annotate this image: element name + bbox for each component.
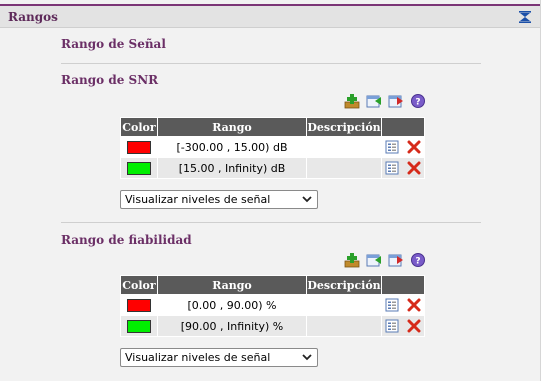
color-swatch: [126, 319, 151, 333]
actions-cell: [381, 136, 425, 158]
section-title-signal-range: Rango de Señal: [61, 37, 166, 51]
panel-title: Rangos: [8, 10, 58, 24]
actions-cell: [381, 157, 425, 179]
help-icon[interactable]: ?: [410, 252, 426, 268]
svg-text:?: ?: [415, 257, 420, 267]
export-icon[interactable]: [388, 252, 404, 268]
select-value: Visualizar niveles de señal: [125, 193, 271, 206]
snr-visualize-select[interactable]: Visualizar niveles de señal: [120, 190, 318, 209]
description-cell: [306, 315, 383, 337]
description-cell: [306, 294, 383, 316]
column-header-actions: [381, 117, 425, 137]
range-cell: [90.00 , Infinity) %: [156, 315, 308, 337]
edit-icon[interactable]: [385, 161, 399, 175]
color-cell: [120, 157, 158, 179]
table-row: [-300.00 , 15.00) dB: [120, 136, 425, 158]
add-icon[interactable]: [344, 252, 360, 268]
table-row: [0.00 , 90.00) %: [120, 294, 425, 316]
delete-icon[interactable]: [407, 140, 421, 154]
snr-range-table: Color Rango Descripción [-300.00 , 15.00…: [120, 117, 425, 179]
delete-icon[interactable]: [407, 298, 421, 312]
snr-toolbar: ?: [344, 93, 426, 109]
chevron-down-icon: [302, 354, 312, 361]
import-icon[interactable]: [366, 252, 382, 268]
reliability-visualize-select[interactable]: Visualizar niveles de señal: [120, 348, 318, 367]
range-cell: [15.00 , Infinity) dB: [156, 157, 308, 179]
edit-icon[interactable]: [385, 319, 399, 333]
help-icon[interactable]: ?: [410, 93, 426, 109]
color-swatch: [126, 140, 151, 154]
column-header-color: Color: [120, 117, 158, 137]
table-row: [90.00 , Infinity) %: [120, 315, 425, 337]
section-title-reliability-range: Rango de fiabilidad: [61, 233, 192, 247]
column-header-description: Descripción: [306, 117, 383, 137]
divider: [61, 63, 481, 64]
divider: [61, 222, 481, 223]
reliability-range-table: Color Rango Descripción [0.00 , 90.00) %…: [120, 275, 425, 337]
table-row: [15.00 , Infinity) dB: [120, 157, 425, 179]
color-cell: [120, 315, 158, 337]
delete-icon[interactable]: [407, 319, 421, 333]
column-header-actions: [381, 275, 425, 295]
collapse-icon[interactable]: [518, 10, 532, 24]
range-cell: [-300.00 , 15.00) dB: [156, 136, 308, 158]
reliability-toolbar: ?: [344, 252, 426, 268]
description-cell: [306, 136, 383, 158]
column-header-range: Rango: [156, 275, 308, 295]
color-swatch: [126, 161, 151, 175]
column-header-range: Rango: [156, 117, 308, 137]
panel-header: Rangos: [0, 4, 540, 28]
edit-icon[interactable]: [385, 140, 399, 154]
chevron-down-icon: [302, 196, 312, 203]
svg-text:?: ?: [415, 98, 420, 108]
actions-cell: [381, 294, 425, 316]
import-icon[interactable]: [366, 93, 382, 109]
section-title-snr-range: Rango de SNR: [61, 73, 159, 87]
column-header-color: Color: [120, 275, 158, 295]
color-cell: [120, 294, 158, 316]
delete-icon[interactable]: [407, 161, 421, 175]
color-swatch: [126, 298, 151, 312]
edit-icon[interactable]: [385, 298, 399, 312]
select-value: Visualizar niveles de señal: [125, 351, 271, 364]
export-icon[interactable]: [388, 93, 404, 109]
column-header-description: Descripción: [306, 275, 383, 295]
actions-cell: [381, 315, 425, 337]
color-cell: [120, 136, 158, 158]
add-icon[interactable]: [344, 93, 360, 109]
description-cell: [306, 157, 383, 179]
range-cell: [0.00 , 90.00) %: [156, 294, 308, 316]
ranges-panel: Rangos Rango de Señal Rango de SNR ? Col…: [0, 0, 541, 381]
